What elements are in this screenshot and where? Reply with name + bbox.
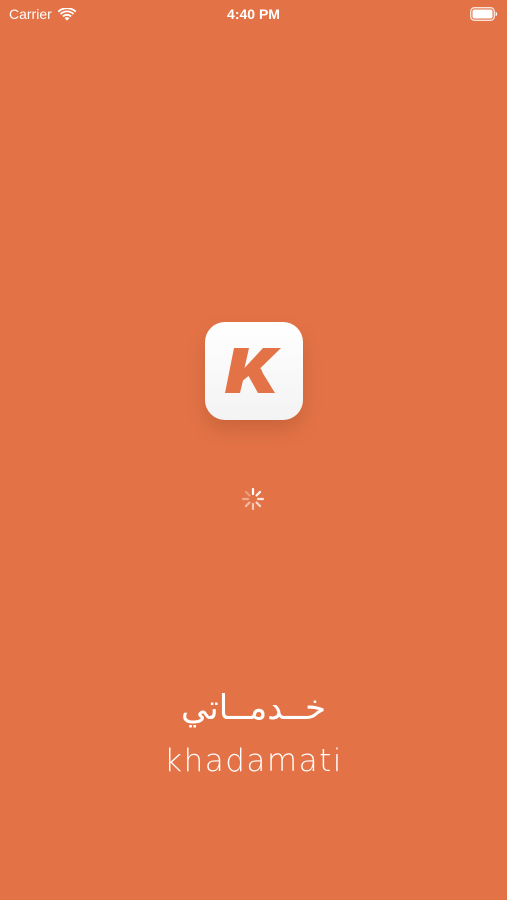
brand-name-arabic: خــدمــاتي: [180, 688, 327, 728]
brand-name-latin: khadamati: [164, 743, 343, 779]
status-time: 4:40 PM: [227, 6, 280, 22]
khadamati-k-logo-icon: [225, 348, 281, 393]
splash-screen: Carrier 4:40 PM خــدمــاتي khadamati: [0, 0, 507, 900]
app-logo-tile: [205, 322, 303, 420]
activity-spinner-icon: [240, 486, 266, 512]
status-bar: Carrier 4:40 PM: [0, 0, 507, 28]
battery-icon: [470, 7, 498, 21]
